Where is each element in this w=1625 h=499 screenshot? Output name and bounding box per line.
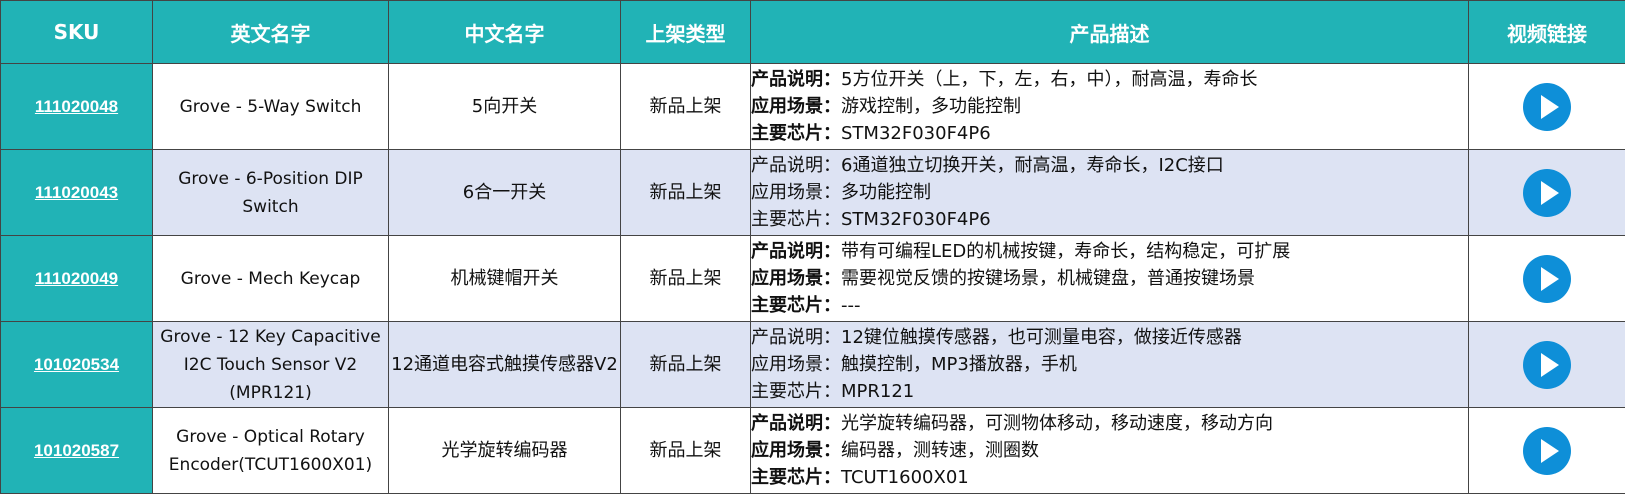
desc-line: 主要芯片：STM32F030F4P6: [751, 120, 1468, 147]
sku-cell: 111020043: [0, 149, 153, 236]
listing-type-cell: 新品上架: [620, 63, 751, 150]
table-row: 111020048 Grove - 5-Way Switch 5向开关 新品上架 产品说…: [0, 63, 1625, 150]
desc-label: 应用场景：: [751, 354, 842, 375]
desc-line: 应用场景：多功能控制: [751, 179, 1468, 206]
english-name-cell: Grove - Optical Rotary Encoder(TCUT1600X…: [152, 407, 389, 494]
sku-cell: 111020048: [0, 63, 153, 150]
desc-value: ---: [841, 295, 861, 316]
sku-link[interactable]: 111020048: [35, 97, 118, 116]
english-name-cell: Grove - 12 Key Capacitive I2C Touch Sens…: [152, 321, 389, 408]
header-sku: SKU: [0, 0, 153, 64]
english-name-cell: Grove - Mech Keycap: [152, 235, 389, 322]
desc-label: 产品说明：: [751, 327, 842, 348]
sku-cell: 101020534: [0, 321, 153, 408]
desc-value: 需要视觉反馈的按键场景，机械键盘，普通按键场景: [841, 268, 1255, 289]
sku-cell: 111020049: [0, 235, 153, 322]
description-cell: 产品说明：光学旋转编码器，可测物体移动，移动速度，移动方向 应用场景：编码器，测转…: [750, 407, 1469, 494]
desc-label: 应用场景：: [751, 96, 842, 117]
desc-label: 产品说明：: [751, 155, 842, 176]
desc-label: 应用场景：: [751, 440, 842, 461]
desc-line: 主要芯片：STM32F030F4P6: [751, 206, 1468, 233]
table-row: 111020049 Grove - Mech Keycap 机械键帽开关 新品上架 产品…: [0, 235, 1625, 322]
description-cell: 产品说明：12键位触摸传感器，也可测量电容，做接近传感器 应用场景：触摸控制，MP…: [750, 321, 1469, 408]
video-link-cell: [1468, 407, 1625, 494]
header-video-link: 视频链接: [1468, 0, 1625, 64]
desc-line: 主要芯片：TCUT1600X01: [751, 464, 1468, 491]
chinese-name-cell: 12通道电容式触摸传感器V2: [388, 321, 621, 408]
desc-line: 产品说明：6通道独立切换开关，耐高温，寿命长，I2C接口: [751, 152, 1468, 179]
play-button-icon[interactable]: [1523, 340, 1571, 389]
desc-label: 产品说明：: [751, 241, 842, 262]
desc-label: 主要芯片：: [751, 467, 842, 488]
desc-line: 产品说明：12键位触摸传感器，也可测量电容，做接近传感器: [751, 324, 1468, 351]
header-chinese-name: 中文名字: [388, 0, 621, 64]
sku-link[interactable]: 101020587: [34, 441, 119, 460]
desc-value: 游戏控制，多功能控制: [841, 96, 1021, 117]
desc-line: 应用场景：需要视觉反馈的按键场景，机械键盘，普通按键场景: [751, 265, 1468, 292]
desc-value: 光学旋转编码器，可测物体移动，移动速度，移动方向: [841, 413, 1273, 434]
table-row: 111020043 Grove - 6-Position DIP Switch 6合…: [0, 149, 1625, 236]
desc-line: 产品说明：带有可编程LED的机械按键，寿命长，结构稳定，可扩展: [751, 238, 1468, 265]
chinese-name-cell: 5向开关: [388, 63, 621, 150]
desc-label: 主要芯片：: [751, 381, 842, 402]
header-row: SKU 英文名字 中文名字 上架类型 产品描述 视频链接: [0, 0, 1625, 64]
desc-line: 产品说明：光学旋转编码器，可测物体移动，移动速度，移动方向: [751, 410, 1468, 437]
desc-label: 主要芯片：: [751, 123, 842, 144]
chinese-name-cell: 光学旋转编码器: [388, 407, 621, 494]
product-table: SKU 英文名字 中文名字 上架类型 产品描述 视频链接 111020048 Gr…: [0, 0, 1625, 494]
header-description: 产品描述: [750, 0, 1469, 64]
english-name-cell: Grove - 5-Way Switch: [152, 63, 389, 150]
description-cell: 产品说明：5方位开关（上，下，左，右，中），耐高温，寿命长 应用场景：游戏控制，多…: [750, 63, 1469, 150]
desc-label: 主要芯片：: [751, 209, 842, 230]
description-cell: 产品说明：6通道独立切换开关，耐高温，寿命长，I2C接口 应用场景：多功能控制 主要…: [750, 149, 1469, 236]
play-button-icon[interactable]: [1523, 426, 1571, 475]
play-button-icon[interactable]: [1523, 82, 1571, 131]
description-cell: 产品说明：带有可编程LED的机械按键，寿命长，结构稳定，可扩展 应用场景：需要视觉…: [750, 235, 1469, 322]
desc-value: STM32F030F4P6: [841, 123, 991, 144]
listing-type-cell: 新品上架: [620, 149, 751, 236]
desc-value: MPR121: [841, 381, 915, 402]
sku-link[interactable]: 101020534: [34, 355, 119, 374]
listing-type-cell: 新品上架: [620, 407, 751, 494]
play-button-icon[interactable]: [1523, 254, 1571, 303]
desc-value: 编码器，测转速，测圈数: [841, 440, 1039, 461]
header-english-name: 英文名字: [152, 0, 389, 64]
desc-label: 主要芯片：: [751, 295, 842, 316]
desc-line: 产品说明：5方位开关（上，下，左，右，中），耐高温，寿命长: [751, 66, 1468, 93]
table-row: 101020534 Grove - 12 Key Capacitive I2C T…: [0, 321, 1625, 408]
desc-label: 产品说明：: [751, 69, 842, 90]
desc-label: 应用场景：: [751, 268, 842, 289]
sku-link[interactable]: 111020049: [35, 269, 118, 288]
desc-value: 带有可编程LED的机械按键，寿命长，结构稳定，可扩展: [841, 241, 1291, 262]
chinese-name-cell: 机械键帽开关: [388, 235, 621, 322]
desc-value: 多功能控制: [841, 182, 931, 203]
desc-label: 产品说明：: [751, 413, 842, 434]
chinese-name-cell: 6合一开关: [388, 149, 621, 236]
desc-line: 应用场景：游戏控制，多功能控制: [751, 93, 1468, 120]
play-button-icon[interactable]: [1523, 168, 1571, 217]
header-listing-type: 上架类型: [620, 0, 751, 64]
desc-line: 应用场景：触摸控制，MP3播放器，手机: [751, 351, 1468, 378]
sku-link[interactable]: 111020043: [35, 183, 118, 202]
desc-value: 6通道独立切换开关，耐高温，寿命长，I2C接口: [841, 155, 1224, 176]
desc-value: 触摸控制，MP3播放器，手机: [841, 354, 1077, 375]
video-link-cell: [1468, 63, 1625, 150]
desc-value: STM32F030F4P6: [841, 209, 991, 230]
video-link-cell: [1468, 235, 1625, 322]
listing-type-cell: 新品上架: [620, 321, 751, 408]
desc-value: 12键位触摸传感器，也可测量电容，做接近传感器: [841, 327, 1242, 348]
english-name-cell: Grove - 6-Position DIP Switch: [152, 149, 389, 236]
sku-cell: 101020587: [0, 407, 153, 494]
video-link-cell: [1468, 321, 1625, 408]
desc-line: 应用场景：编码器，测转速，测圈数: [751, 437, 1468, 464]
desc-line: 主要芯片：MPR121: [751, 378, 1468, 405]
listing-type-cell: 新品上架: [620, 235, 751, 322]
desc-line: 主要芯片：---: [751, 292, 1468, 319]
desc-label: 应用场景：: [751, 182, 842, 203]
desc-value: 5方位开关（上，下，左，右，中），耐高温，寿命长: [841, 69, 1258, 90]
table-row: 101020587 Grove - Optical Rotary Encoder(…: [0, 407, 1625, 494]
video-link-cell: [1468, 149, 1625, 236]
desc-value: TCUT1600X01: [841, 467, 969, 488]
